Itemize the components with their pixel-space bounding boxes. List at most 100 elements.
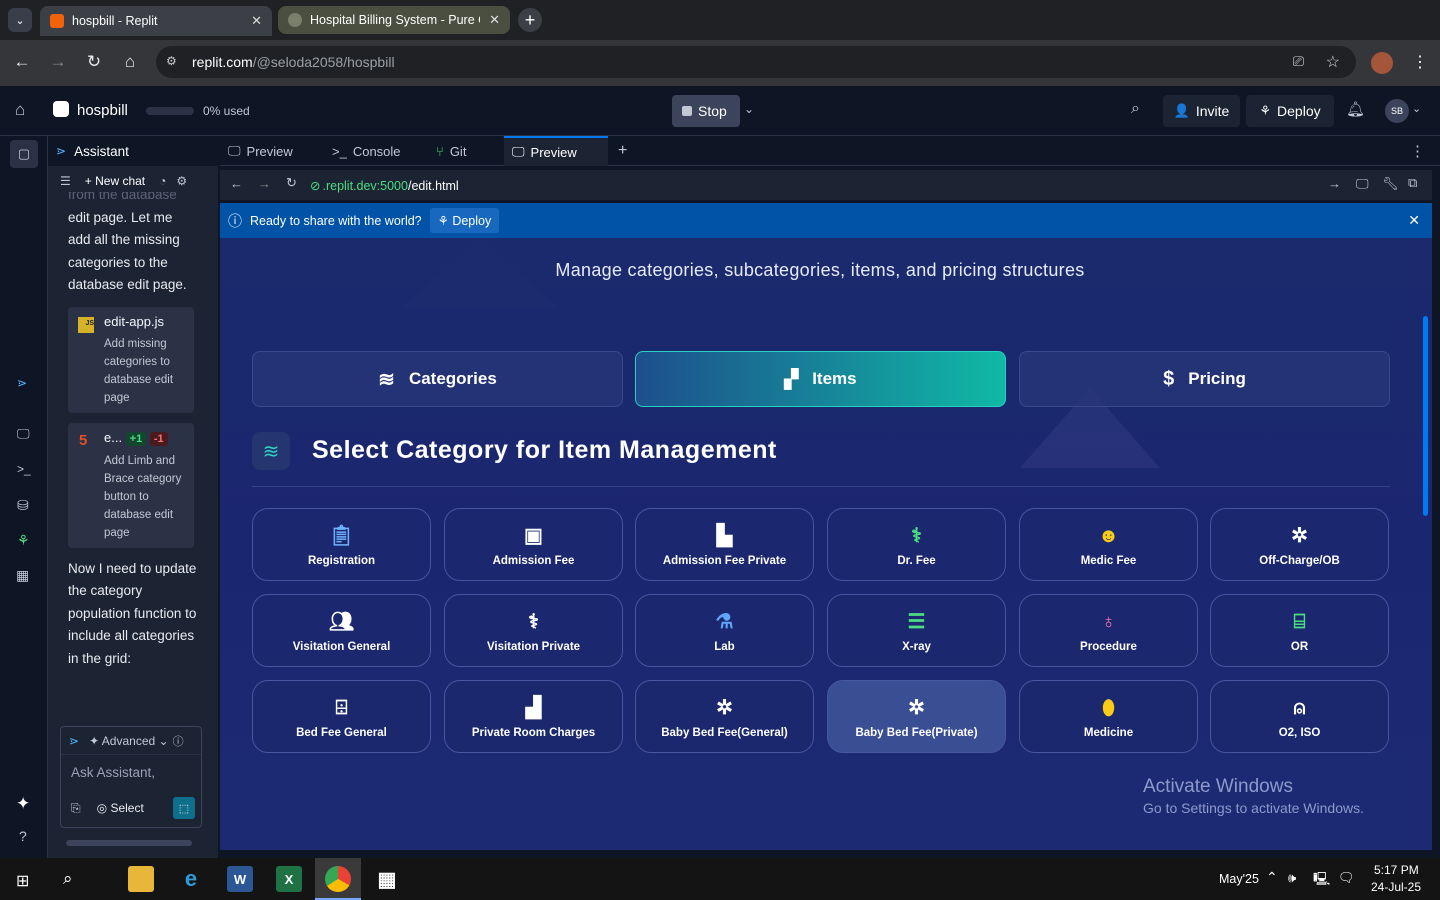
open-new-window-icon[interactable]: ⧉ [1408, 175, 1417, 191]
home-icon[interactable]: ⌂ [15, 100, 25, 120]
word-icon[interactable]: W [227, 866, 253, 892]
preview-url[interactable]: ⊘ .replit.dev:5000/edit.html [310, 174, 1346, 196]
category-card[interactable]: ✲ Baby Bed Fee(General) [635, 680, 814, 753]
tab-git[interactable]: ⑂ Git [428, 136, 500, 166]
preview-tool-icon[interactable]: 🖵︎ [17, 426, 30, 442]
category-card[interactable]: ♁ Procedure [1019, 594, 1198, 667]
preview-back-icon[interactable]: ← [230, 176, 243, 191]
excel-icon[interactable]: X [276, 866, 302, 892]
category-card[interactable]: ⬮ Medicine [1019, 680, 1198, 753]
search-icon[interactable]: ⌕ [63, 869, 73, 889]
new-tab-button[interactable]: + [518, 8, 542, 32]
profile-avatar[interactable] [1371, 52, 1393, 74]
file-change-card[interactable]: JS edit-app.js Add missing categories to… [68, 306, 194, 413]
settings-gear-icon[interactable]: ⚙ [176, 174, 187, 188]
history-menu-icon[interactable]: ☰ [60, 174, 71, 188]
select-button[interactable]: ◎ Select [97, 801, 144, 815]
home-icon[interactable]: ⌂ [119, 52, 141, 72]
pane-menu-icon[interactable]: ⋮ [1410, 142, 1425, 160]
preview-reload-icon[interactable]: ↻ [286, 175, 297, 191]
category-card[interactable]: ⚕ Visitation Private [444, 594, 623, 667]
back-icon[interactable]: ← [11, 52, 33, 72]
tray-chevron-icon[interactable]: ⌃ [1266, 869, 1278, 886]
stop-button[interactable]: Stop [672, 95, 740, 127]
avatar-chevron-icon[interactable]: ⌄ [1412, 102, 1421, 115]
new-chat-button[interactable]: + New chat [85, 174, 145, 188]
deploy-button[interactable]: ⚘ Deploy [1246, 95, 1334, 127]
all-tools-icon[interactable]: ▦ [16, 567, 29, 584]
category-card[interactable]: ⌹ Bed Fee General [252, 680, 431, 753]
tab-search-button[interactable]: ⌄ [8, 8, 32, 32]
preview-forward-icon[interactable]: → [258, 176, 271, 191]
close-tab-icon[interactable]: ✕ [489, 12, 500, 28]
category-card[interactable]: ▣ Admission Fee [444, 508, 623, 581]
horizontal-scrollbar[interactable] [66, 840, 192, 846]
category-card[interactable]: 📋︎ Registration [252, 508, 431, 581]
deploy-tool-icon[interactable]: ⚘ [17, 532, 30, 549]
go-arrow-icon[interactable]: → [1328, 176, 1341, 191]
category-card[interactable]: ⍝ O2, ISO [1210, 680, 1389, 753]
edge-icon[interactable]: e [178, 866, 204, 892]
tab-preview-active[interactable]: 🖵︎ Preview [504, 136, 608, 166]
network-icon[interactable]: 🖳︎ [1313, 870, 1330, 892]
forward-icon[interactable]: → [47, 52, 69, 72]
notification-icon[interactable]: 🗨︎ [1338, 870, 1355, 886]
browser-tab-replit[interactable]: hospbill - Replit ✕ [40, 6, 272, 36]
category-card[interactable]: ⚗ Lab [635, 594, 814, 667]
segment-pricing[interactable]: $ Pricing [1019, 351, 1390, 407]
tab-console[interactable]: >_ Console [324, 136, 426, 166]
banner-deploy-button[interactable]: ⚘ Deploy [429, 208, 500, 233]
attach-icon[interactable]: ⎘ [71, 801, 81, 816]
category-card[interactable]: ✲ Baby Bed Fee(Private) [827, 680, 1006, 753]
search-icon[interactable]: ⌕ [1131, 100, 1140, 118]
segment-categories[interactable]: ≋ Categories [252, 351, 623, 407]
segment-items[interactable]: ▞ Items [635, 351, 1006, 407]
category-card[interactable]: ▟ Private Room Charges [444, 680, 623, 753]
tab-preview[interactable]: 🖵︎ Preview [220, 136, 322, 166]
site-info-icon[interactable]: ⚙ [166, 54, 177, 68]
category-card[interactable]: ✲ Off-Charge/OB [1210, 508, 1389, 581]
devtools-wrench-icon[interactable]: 🔧︎ [1382, 176, 1399, 192]
file-explorer-icon[interactable] [128, 866, 154, 892]
assistant-input[interactable]: Ask Assistant, [61, 755, 201, 791]
devices-icon[interactable]: 🖵︎ [1356, 176, 1369, 192]
files-panel-icon[interactable]: ▢ [10, 140, 38, 168]
category-card[interactable]: ☻ Medic Fee [1019, 508, 1198, 581]
clock-date[interactable]: 24-Jul-25 [1371, 880, 1421, 894]
console-tool-icon[interactable]: >_ [17, 462, 31, 476]
clock-time[interactable]: 5:17 PM [1374, 863, 1419, 877]
close-tab-icon[interactable]: ✕ [251, 13, 262, 29]
category-card[interactable]: ▙ Admission Fee Private [635, 508, 814, 581]
reload-icon[interactable]: ↻ [83, 52, 105, 72]
run-options-chevron-icon[interactable]: ⌄ [744, 102, 754, 116]
url-field[interactable]: ⚙ replit.com/@seloda2058/hospbill ⎚ ☆ [156, 46, 1356, 78]
help-icon[interactable]: ? [19, 828, 27, 844]
preview-scrollbar[interactable] [1423, 316, 1428, 516]
invite-button[interactable]: 👤 Invite [1163, 95, 1240, 127]
sparkle-icon[interactable]: ✦ [16, 794, 30, 814]
file-change-card[interactable]: 5 e... +1 -1 Add Limb and Brace category… [68, 422, 194, 548]
bell-icon[interactable]: 🔔︎ [1346, 100, 1365, 118]
database-tool-icon[interactable]: ⛁ [17, 497, 29, 514]
calculator-icon[interactable]: ▦ [374, 866, 400, 892]
info-icon[interactable]: ⓘ [173, 733, 184, 749]
advanced-toggle[interactable]: ✦ Advanced ⌄ [89, 734, 169, 748]
install-app-icon[interactable]: ⎚ [1293, 53, 1304, 70]
category-card[interactable]: ☰ X-ray [827, 594, 1006, 667]
chrome-icon[interactable] [325, 866, 351, 892]
send-button[interactable]: ⬚ [173, 797, 195, 819]
windows-start-icon[interactable]: ⊞ [16, 871, 29, 891]
add-tab-icon[interactable]: + [618, 142, 627, 160]
bookmark-star-icon[interactable]: ☆ [1326, 52, 1340, 72]
close-banner-icon[interactable]: ✕ [1408, 212, 1420, 229]
browser-menu-icon[interactable]: ⋮ [1412, 52, 1428, 72]
browser-tab-hospital[interactable]: Hospital Billing System - Pure C ✕ [278, 6, 510, 34]
assistant-tool-icon[interactable]: ⋗ [17, 376, 27, 390]
user-avatar[interactable]: SB [1385, 99, 1409, 123]
category-card[interactable]: 👥︎ Visitation General [252, 594, 431, 667]
volume-icon[interactable]: 🕪︎ [1288, 870, 1296, 886]
project-name[interactable]: hospbill [77, 102, 128, 119]
speed-icon[interactable]: ◔ [159, 174, 166, 188]
category-card[interactable]: ⚕ Dr. Fee [827, 508, 1006, 581]
category-card[interactable]: ⌸ OR [1210, 594, 1389, 667]
